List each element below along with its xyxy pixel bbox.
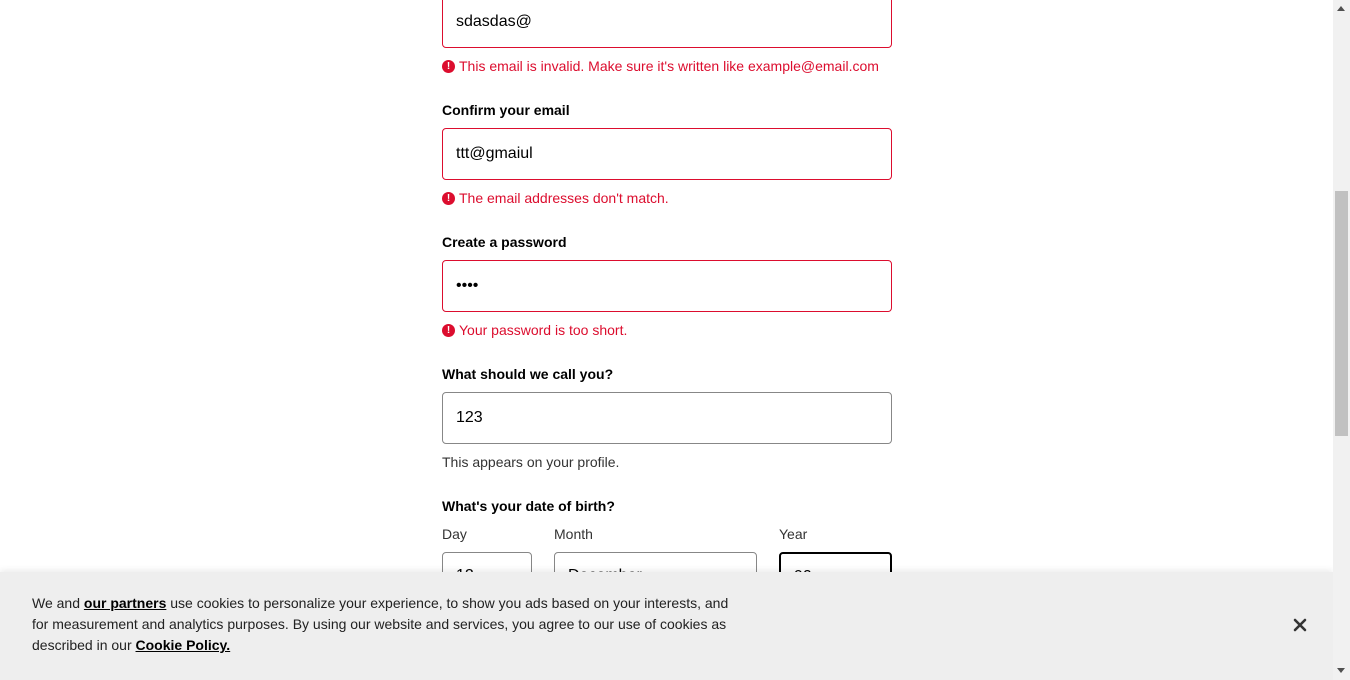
display-name-hint: This appears on your profile. [442, 454, 620, 470]
scroll-thumb[interactable] [1335, 191, 1348, 436]
email-error-text: This email is invalid. Make sure it's wr… [459, 58, 879, 74]
page-scrollbar[interactable] [1333, 0, 1350, 680]
our-partners-link[interactable]: our partners [84, 595, 166, 611]
confirm-email-field[interactable] [442, 128, 892, 180]
password-label: Create a password [442, 234, 567, 250]
dob-month-label: Month [554, 526, 593, 542]
email-field[interactable] [442, 0, 892, 48]
confirm-email-error: ! The email addresses don't match. [442, 190, 669, 206]
close-icon[interactable] [1288, 613, 1312, 637]
email-error: ! This email is invalid. Make sure it's … [442, 58, 879, 74]
signup-page: ! This email is invalid. Make sure it's … [0, 0, 1350, 680]
display-name-field[interactable] [442, 392, 892, 444]
confirm-email-label: Confirm your email [442, 102, 570, 118]
cookie-policy-link[interactable]: Cookie Policy. [136, 637, 231, 653]
password-error-text: Your password is too short. [459, 322, 628, 338]
dob-label: What's your date of birth? [442, 498, 615, 514]
confirm-email-error-text: The email addresses don't match. [459, 190, 669, 206]
password-error: ! Your password is too short. [442, 322, 627, 338]
error-icon: ! [442, 323, 455, 337]
password-field[interactable] [442, 260, 892, 312]
error-icon: ! [442, 59, 455, 73]
dob-year-label: Year [779, 526, 808, 542]
scroll-down-arrow-icon[interactable] [1337, 668, 1345, 673]
dob-day-label: Day [442, 526, 467, 542]
error-icon: ! [442, 191, 455, 205]
display-name-label: What should we call you? [442, 366, 614, 382]
scroll-up-arrow-icon[interactable] [1337, 6, 1345, 11]
cookie-banner: We and our partners use cookies to perso… [0, 572, 1333, 680]
cookie-text-before: We and [32, 595, 84, 611]
cookie-banner-text: We and our partners use cookies to perso… [32, 593, 742, 656]
